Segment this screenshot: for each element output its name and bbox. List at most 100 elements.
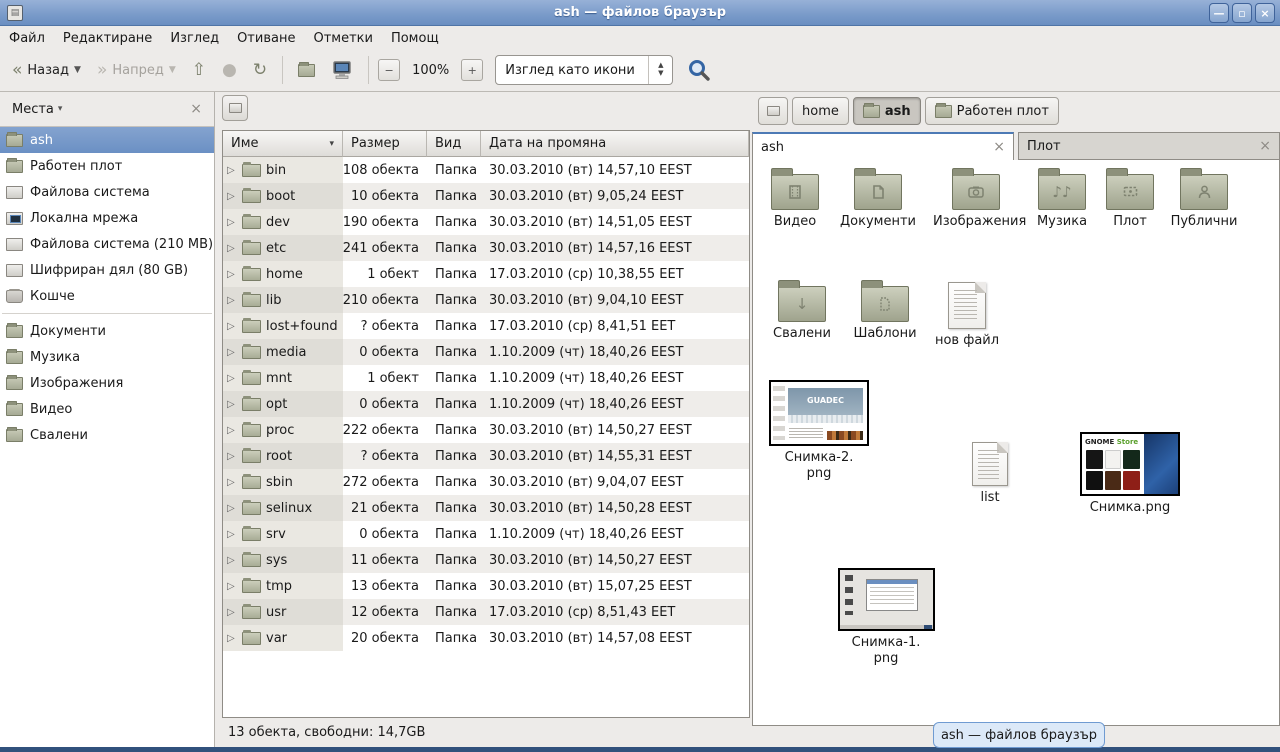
forward-button[interactable]: » Напред ▼: [91, 58, 182, 83]
file-list[interactable]: list: [957, 442, 1023, 506]
file-new-file[interactable]: нов файл: [931, 282, 1003, 349]
expander-icon[interactable]: ▷: [227, 503, 237, 514]
table-row[interactable]: ▷ proc 222 обекта Папка 30.03.2010 (вт) …: [223, 417, 749, 443]
menu-help[interactable]: Помощ: [382, 29, 448, 48]
home-button[interactable]: [292, 60, 321, 81]
sidebar-item[interactable]: Документи: [0, 318, 214, 344]
sidebar-item[interactable]: Видео: [0, 396, 214, 422]
maximize-button[interactable]: ▫: [1232, 3, 1252, 23]
table-row[interactable]: ▷ media 0 обекта Папка 1.10.2009 (чт) 18…: [223, 339, 749, 365]
folder-pictures[interactable]: Изображения: [933, 174, 1019, 230]
sidebar-item[interactable]: Изображения: [0, 370, 214, 396]
column-header-name[interactable]: Име▾: [223, 131, 343, 157]
table-row[interactable]: ▷ srv 0 обекта Папка 1.10.2009 (чт) 18,4…: [223, 521, 749, 547]
table-row[interactable]: ▷ lost+found ? обекта Папка 17.03.2010 (…: [223, 313, 749, 339]
expander-icon[interactable]: ▷: [227, 347, 237, 358]
up-button[interactable]: ⇧: [186, 58, 212, 83]
zoom-in-button[interactable]: +: [461, 59, 483, 81]
expander-icon[interactable]: ▷: [227, 581, 237, 592]
expander-icon[interactable]: ▷: [227, 373, 237, 384]
menu-edit[interactable]: Редактиране: [54, 29, 161, 48]
folder-desktop[interactable]: Плот: [1101, 174, 1159, 230]
tab-close-icon[interactable]: ×: [993, 139, 1005, 155]
computer-button[interactable]: [325, 56, 359, 84]
sidebar-item[interactable]: Файлова система: [0, 179, 214, 205]
reload-button[interactable]: ↻: [247, 58, 273, 83]
expander-icon[interactable]: ▷: [227, 633, 237, 644]
folder-public[interactable]: Публични: [1167, 174, 1241, 230]
folder-templates[interactable]: Шаблони: [849, 286, 921, 342]
table-row[interactable]: ▷ dev 190 обекта Папка 30.03.2010 (вт) 1…: [223, 209, 749, 235]
expander-icon[interactable]: ▷: [227, 451, 237, 462]
folder-video[interactable]: Видео: [761, 174, 829, 230]
expander-icon[interactable]: ▷: [227, 321, 237, 332]
table-row[interactable]: ▷ mnt 1 обект Папка 1.10.2009 (чт) 18,40…: [223, 365, 749, 391]
sidebar-item[interactable]: ash: [0, 127, 214, 153]
column-header-size[interactable]: Размер: [343, 131, 427, 157]
table-row[interactable]: ▷ lib 210 обекта Папка 30.03.2010 (вт) 9…: [223, 287, 749, 313]
table-row[interactable]: ▷ sys 11 обекта Папка 30.03.2010 (вт) 14…: [223, 547, 749, 573]
table-row[interactable]: ▷ etc 241 обекта Папка 30.03.2010 (вт) 1…: [223, 235, 749, 261]
menu-file[interactable]: Файл: [0, 29, 54, 48]
sidebar-item[interactable]: Музика: [0, 344, 214, 370]
back-button[interactable]: « Назад ▼: [6, 58, 87, 83]
folder-downloads[interactable]: ↓ Свалени: [767, 286, 837, 342]
view-mode-spinner-icon[interactable]: ▲▼: [648, 56, 672, 84]
path-desktop-button[interactable]: Работен плот: [925, 97, 1059, 125]
path-current-button[interactable]: ash: [853, 97, 921, 125]
expander-icon[interactable]: ▷: [227, 555, 237, 566]
stop-button[interactable]: ●: [216, 58, 243, 83]
sidebar-item[interactable]: Локална мрежа: [0, 205, 214, 231]
tab-ash[interactable]: ash ×: [752, 132, 1014, 160]
file-snimka[interactable]: GNOME Store Снимка.png: [1079, 432, 1181, 516]
search-icon[interactable]: [687, 58, 711, 82]
minimize-button[interactable]: —: [1209, 3, 1229, 23]
folder-music[interactable]: ♪♪ Музика: [1029, 174, 1095, 230]
table-row[interactable]: ▷ sbin 272 обекта Папка 30.03.2010 (вт) …: [223, 469, 749, 495]
expander-icon[interactable]: ▷: [227, 217, 237, 228]
expander-icon[interactable]: ▷: [227, 607, 237, 618]
sidebar-item[interactable]: Свалени: [0, 422, 214, 448]
menu-bookmarks[interactable]: Отметки: [304, 29, 381, 48]
sidebar-close-icon[interactable]: ×: [186, 101, 206, 117]
sidebar-item[interactable]: Работен плот: [0, 153, 214, 179]
file-snimka2[interactable]: GUADEC Снимка-2. png: [769, 380, 869, 483]
expander-icon[interactable]: ▷: [227, 529, 237, 540]
menu-go[interactable]: Отиване: [228, 29, 304, 48]
expander-icon[interactable]: ▷: [227, 295, 237, 306]
table-row[interactable]: ▷ selinux 21 обекта Папка 30.03.2010 (вт…: [223, 495, 749, 521]
sidebar-title[interactable]: Места: [8, 102, 54, 117]
folder-documents[interactable]: Документи: [837, 174, 919, 230]
zoom-out-button[interactable]: −: [378, 59, 400, 81]
expander-icon[interactable]: ▷: [227, 425, 237, 436]
expander-icon[interactable]: ▷: [227, 243, 237, 254]
table-row[interactable]: ▷ usr 12 обекта Папка 17.03.2010 (ср) 8,…: [223, 599, 749, 625]
sidebar-item[interactable]: Файлова система (210 MB): [0, 231, 214, 257]
path-root-button[interactable]: [758, 97, 788, 125]
table-row[interactable]: ▷ tmp 13 обекта Папка 30.03.2010 (вт) 15…: [223, 573, 749, 599]
sidebar-item[interactable]: Шифриран дял (80 GB): [0, 257, 214, 283]
table-row[interactable]: ▷ home 1 обект Папка 17.03.2010 (ср) 10,…: [223, 261, 749, 287]
table-row[interactable]: ▷ var 20 обекта Папка 30.03.2010 (вт) 14…: [223, 625, 749, 651]
expander-icon[interactable]: ▷: [227, 269, 237, 280]
column-header-date[interactable]: Дата на промяна: [481, 131, 749, 157]
sidebar-item[interactable]: Кошче: [0, 283, 214, 309]
close-button[interactable]: ×: [1255, 3, 1275, 23]
chevron-down-icon[interactable]: ▾: [58, 104, 186, 114]
expander-icon[interactable]: ▷: [227, 191, 237, 202]
view-mode-select[interactable]: Изглед като икони ▲▼: [495, 55, 673, 85]
expander-icon[interactable]: ▷: [227, 477, 237, 488]
tab-plot[interactable]: Плот ×: [1018, 132, 1280, 160]
root-drive-button[interactable]: [222, 95, 248, 121]
back-dropdown-icon[interactable]: ▼: [74, 65, 81, 75]
table-row[interactable]: ▷ opt 0 обекта Папка 1.10.2009 (чт) 18,4…: [223, 391, 749, 417]
expander-icon[interactable]: ▷: [227, 165, 237, 176]
path-home-button[interactable]: home: [792, 97, 849, 125]
table-row[interactable]: ▷ bin 108 обекта Папка 30.03.2010 (вт) 1…: [223, 157, 749, 183]
file-snimka1[interactable]: Снимка-1. png: [836, 568, 936, 668]
column-header-type[interactable]: Вид: [427, 131, 481, 157]
tab-close-icon[interactable]: ×: [1259, 138, 1271, 154]
menu-view[interactable]: Изглед: [161, 29, 228, 48]
table-row[interactable]: ▷ root ? обекта Папка 30.03.2010 (вт) 14…: [223, 443, 749, 469]
table-row[interactable]: ▷ boot 10 обекта Папка 30.03.2010 (вт) 9…: [223, 183, 749, 209]
